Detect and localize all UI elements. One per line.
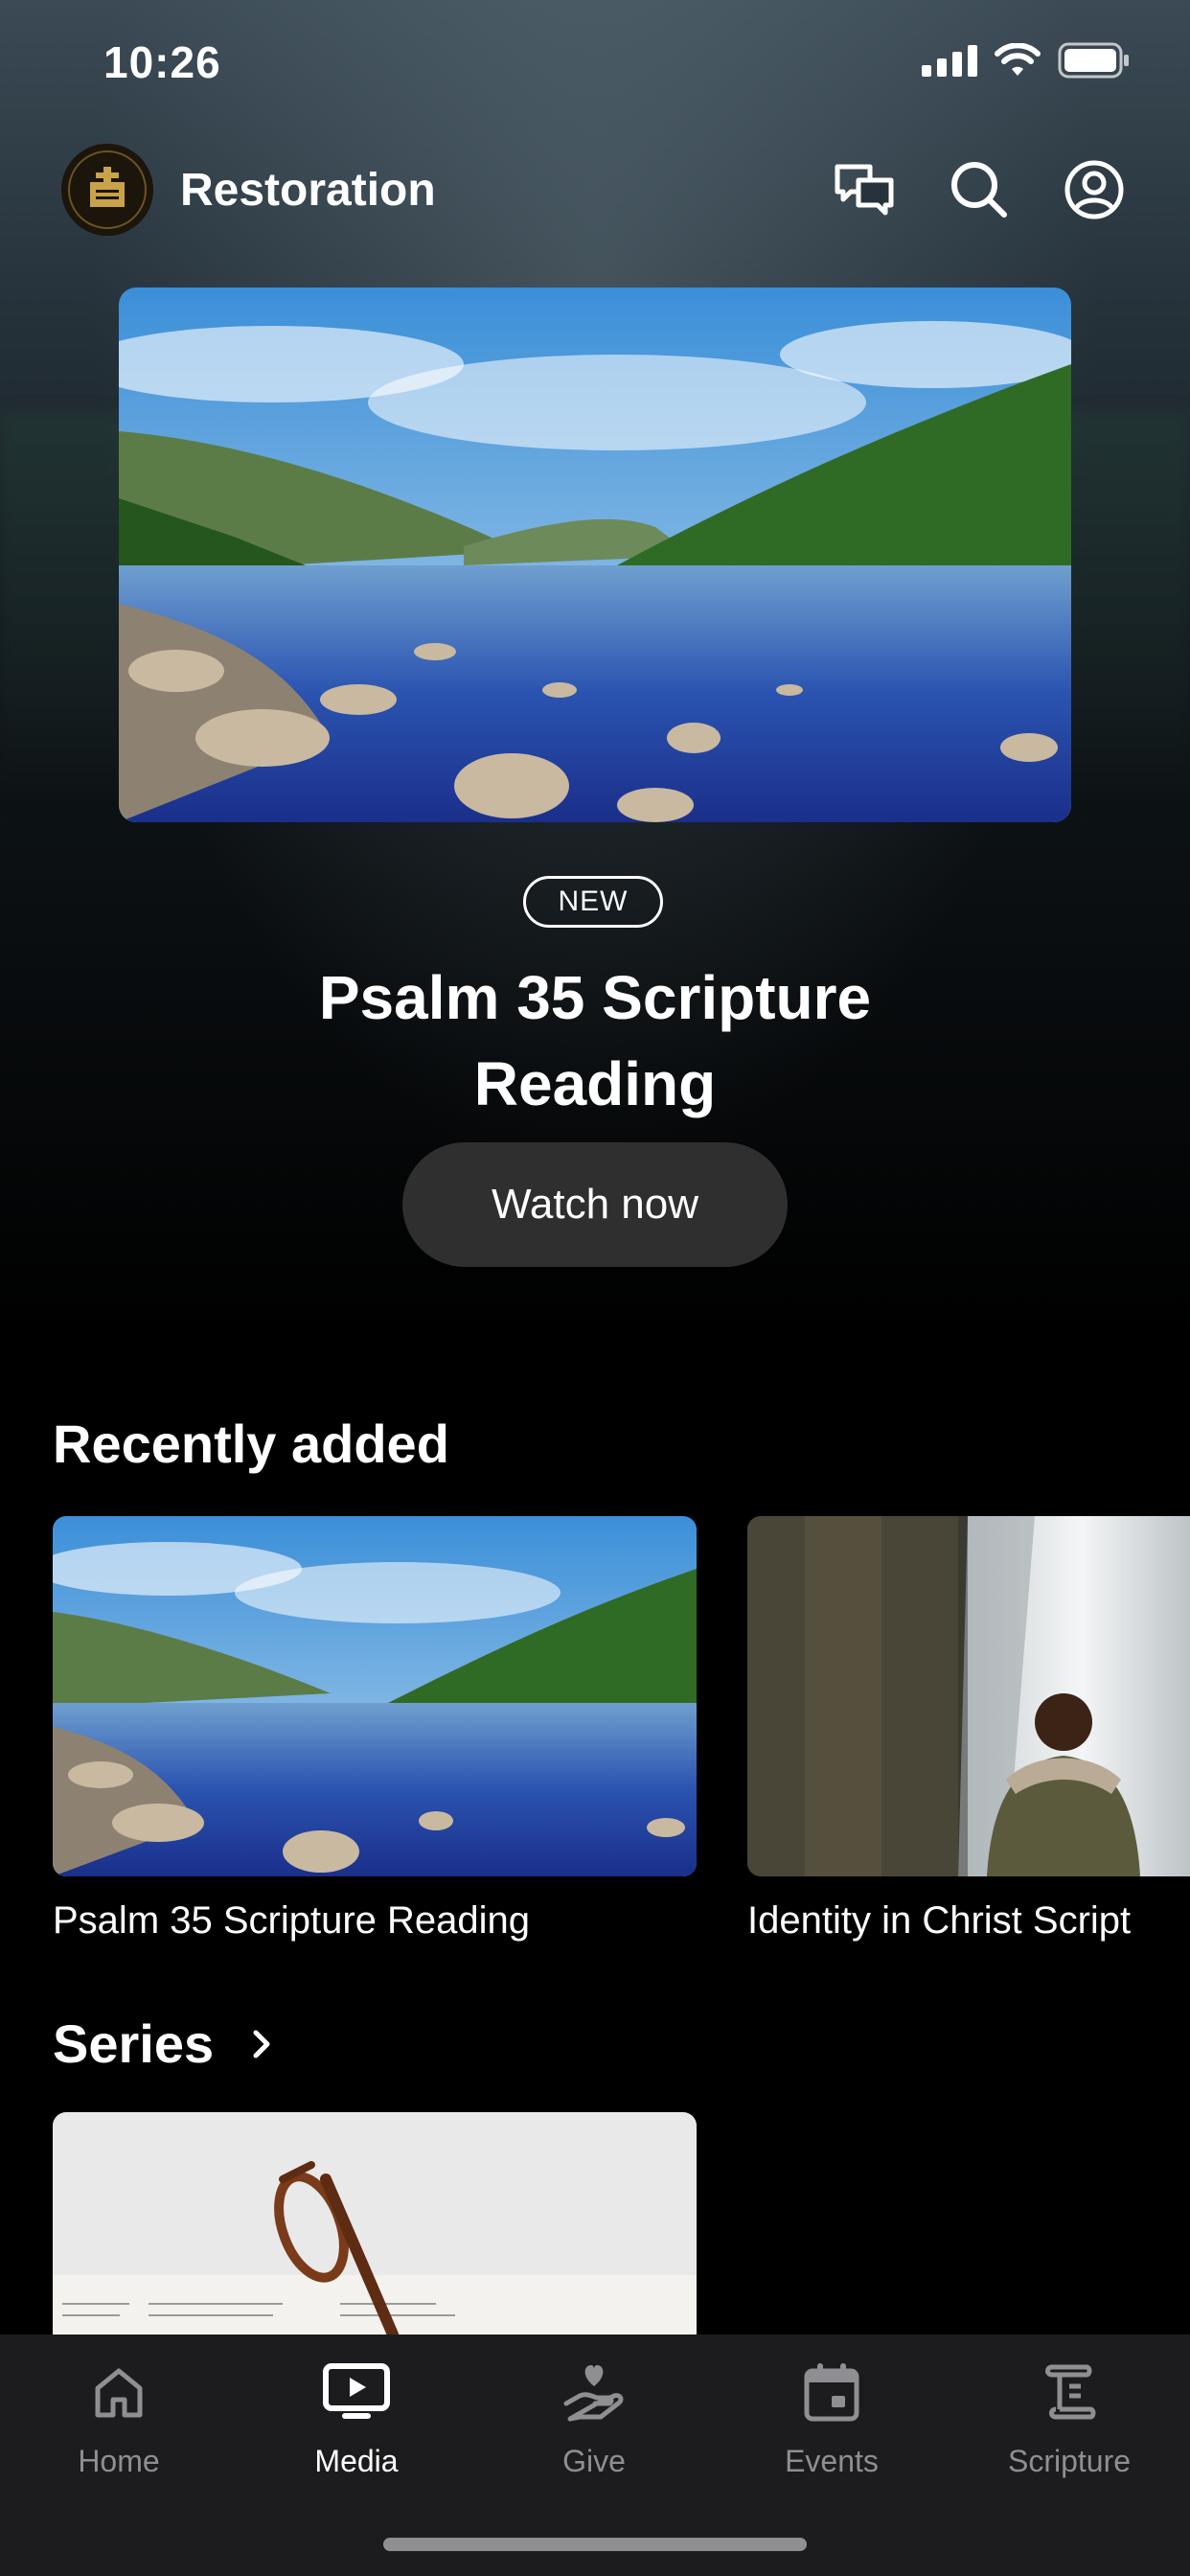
status-time: 10:26 — [103, 37, 221, 87]
watch-now-button[interactable]: Watch now — [402, 1142, 788, 1267]
new-badge: NEW — [523, 876, 663, 928]
app-title: Restoration — [180, 164, 436, 216]
chat-icon[interactable] — [830, 155, 899, 224]
tab-scripture[interactable]: Scripture — [950, 2352, 1188, 2496]
tab-media[interactable]: Media — [238, 2352, 475, 2496]
tab-label: Give — [562, 2444, 626, 2478]
calendar-icon — [797, 2358, 866, 2426]
home-indicator[interactable] — [383, 2538, 807, 2551]
signal-icon — [922, 44, 977, 77]
media-card-thumbnail[interactable] — [53, 1516, 697, 1876]
media-card-thumbnail[interactable] — [747, 1516, 1190, 1876]
chevron-right-icon — [253, 2030, 270, 2058]
status-bar: 10:26 — [0, 0, 1190, 134]
profile-icon[interactable] — [1060, 155, 1129, 224]
church-logo[interactable] — [61, 144, 153, 236]
tab-give[interactable]: Give — [475, 2352, 713, 2496]
featured-thumbnail[interactable] — [119, 288, 1071, 822]
media-card-title[interactable]: Identity in Christ Script — [747, 1899, 1131, 1943]
series-heading: Series — [53, 2013, 215, 2074]
battery-icon — [1058, 42, 1129, 79]
tv-icon — [322, 2358, 391, 2426]
media-card-title[interactable]: Psalm 35 Scripture Reading — [53, 1899, 530, 1943]
search-icon[interactable] — [945, 155, 1014, 224]
app-header: Restoration — [61, 144, 1129, 236]
wifi-icon — [995, 43, 1041, 76]
tab-label: Scripture — [1007, 2444, 1132, 2478]
give-icon — [560, 2358, 629, 2426]
tab-label: Media — [314, 2444, 399, 2478]
recently-added-heading: Recently added — [53, 1414, 449, 1474]
tab-label: Events — [785, 2444, 879, 2478]
featured-title: Psalm 35 Scripture Reading — [318, 963, 872, 1118]
tab-events[interactable]: Events — [713, 2352, 950, 2496]
series-card-thumbnail[interactable] — [53, 2112, 697, 2334]
tab-label: Home — [78, 2444, 160, 2478]
tab-home[interactable]: Home — [0, 2352, 238, 2496]
home-icon — [84, 2358, 153, 2426]
series-header[interactable]: Series — [53, 2012, 273, 2075]
status-icons — [922, 42, 1131, 79]
scroll-icon — [1035, 2358, 1104, 2426]
